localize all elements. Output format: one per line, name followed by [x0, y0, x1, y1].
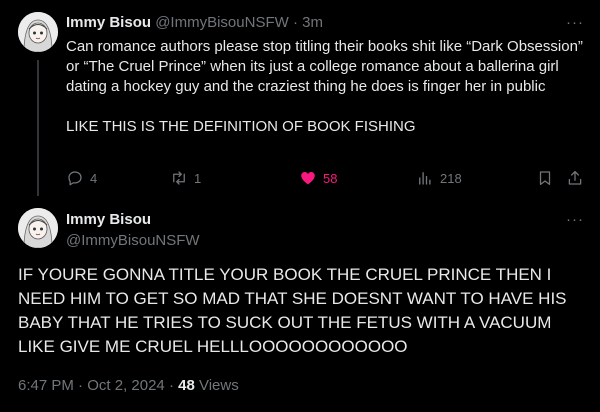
views-button[interactable]: 218 [416, 168, 462, 188]
repost-icon [173, 171, 185, 185]
separator-dot: · [164, 377, 179, 394]
like-count: 58 [323, 170, 338, 186]
separator-dot: · [288, 14, 303, 31]
tweet-text: Can romance authors please stop titling … [66, 37, 586, 137]
action-bar: 4 1 58 218 [66, 168, 586, 188]
bookmark-button[interactable] [536, 168, 554, 188]
tweet-paragraph: LIKE THIS IS THE DEFINITION OF BOOK FISH… [66, 118, 416, 135]
like-button[interactable]: 58 [299, 168, 337, 188]
tweet-header: Immy Bisou @ImmyBisouNSFW · 3m [66, 14, 323, 32]
heart-icon [301, 172, 315, 185]
reply-count: 4 [90, 170, 98, 186]
post-time[interactable]: 6:47 PM [18, 377, 74, 394]
tweet-paragraph: Can romance authors please stop titling … [66, 38, 583, 95]
views-label: Views [198, 377, 239, 394]
display-name[interactable]: Immy Bisou [66, 211, 151, 229]
avatar[interactable] [18, 12, 58, 52]
tweet-1[interactable]: Immy Bisou @ImmyBisouNSFW · 3m ··· Can r… [0, 0, 600, 200]
thread-line [37, 60, 39, 196]
repost-count: 1 [194, 170, 202, 186]
avatar-illustration [18, 208, 58, 248]
share-button[interactable] [566, 168, 584, 188]
reply-icon [68, 171, 82, 186]
separator-dot: · [73, 377, 88, 394]
views-count: 48 [178, 377, 195, 394]
more-options-icon[interactable]: ··· [566, 15, 584, 30]
views-count: 218 [440, 170, 462, 186]
post-date[interactable]: Oct 2, 2024 [87, 377, 165, 394]
avatar-illustration [18, 12, 58, 52]
reply-button[interactable]: 4 [66, 168, 97, 188]
timestamp[interactable]: 3m [302, 14, 323, 31]
username[interactable]: @ImmyBisouNSFW [155, 14, 289, 31]
display-name[interactable]: Immy Bisou [66, 14, 151, 31]
tweet-meta: 6:47 PM · Oct 2, 2024 · 48 Views [18, 377, 239, 395]
username[interactable]: @ImmyBisouNSFW [66, 232, 200, 250]
avatar[interactable] [18, 208, 58, 248]
views-icon [419, 172, 431, 185]
bookmark-icon [539, 171, 551, 186]
repost-button[interactable]: 1 [170, 168, 201, 188]
tweet-text: IF YOURE GONNA TITLE YOUR BOOK THE CRUEL… [18, 265, 567, 356]
more-options-icon[interactable]: ··· [566, 212, 584, 227]
share-icon [568, 170, 582, 185]
